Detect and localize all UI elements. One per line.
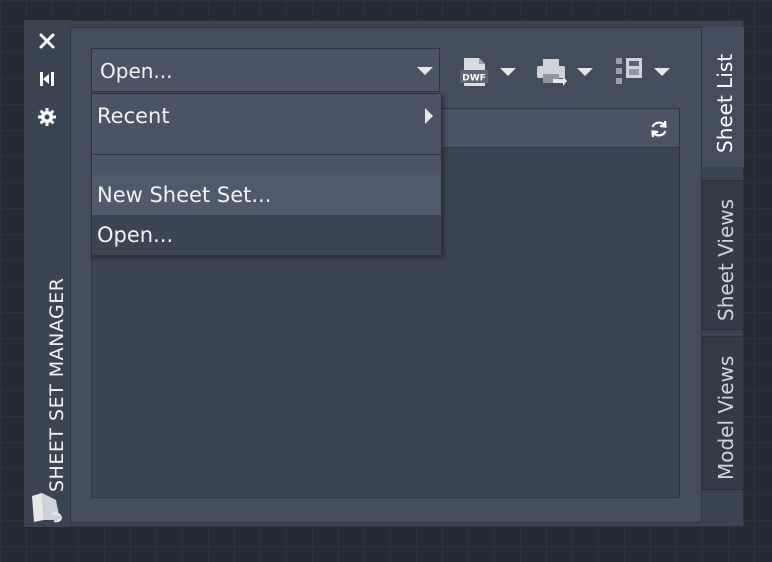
menu-spacer [92,155,441,175]
sheet-selections-button[interactable] [614,54,670,90]
menu-item-recent[interactable]: Recent [92,94,441,138]
publish-button[interactable] [535,54,593,90]
svg-text:DWF: DWF [462,74,486,84]
tab-sheet-views[interactable]: Sheet Views [702,180,744,330]
menu-item-label: Recent [97,104,170,128]
tab-model-views[interactable]: Model Views [702,336,744,490]
auto-hide-icon[interactable] [34,66,60,92]
publish-dwf-icon: DWF [460,58,488,86]
sheet-set-combo[interactable]: Open... [91,48,440,92]
menu-item-open[interactable]: Open... [92,215,441,255]
tab-sheet-list[interactable]: Sheet List [702,27,744,167]
menu-spacer [92,138,441,154]
combo-value: Open... [100,59,173,83]
menu-item-label: New Sheet Set... [97,183,272,207]
open-dropdown-menu: Recent New Sheet Set... Open... [91,93,442,255]
menu-item-label: Open... [97,223,174,247]
chevron-right-icon [425,108,433,124]
gear-icon[interactable] [34,104,60,130]
chevron-down-icon[interactable] [577,68,593,76]
palette-title: SHEET SET MANAGER [46,277,68,492]
sheet-selections-icon [616,58,642,84]
close-icon[interactable] [34,28,60,54]
palette-titlebar: SHEET SET MANAGER [24,20,70,527]
chevron-down-icon[interactable] [500,68,516,76]
publish-dwf-button[interactable]: DWF [458,54,516,90]
chevron-down-icon[interactable] [654,68,670,76]
sheet-set-icon [30,490,64,524]
chevron-down-icon[interactable] [417,67,433,75]
print-icon [537,59,567,86]
menu-item-new-sheet-set[interactable]: New Sheet Set... [92,175,441,215]
refresh-icon[interactable] [649,119,669,139]
